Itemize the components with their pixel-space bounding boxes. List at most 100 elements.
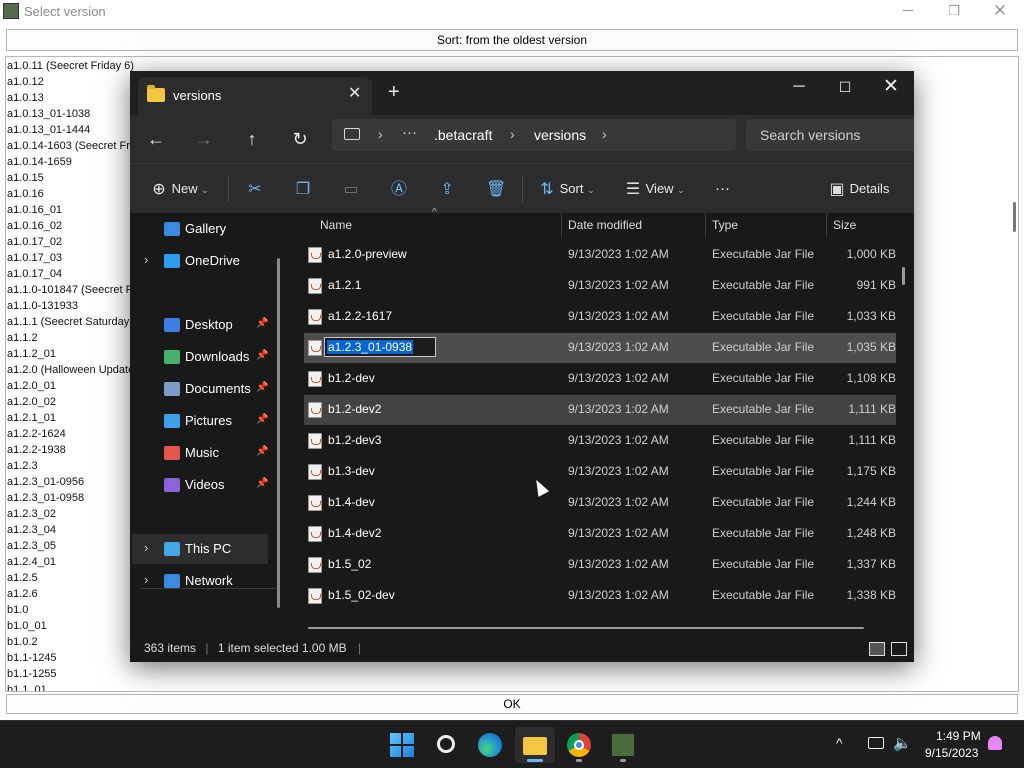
version-list-item[interactable]: a1.0.16	[7, 186, 44, 202]
search-icon[interactable]	[426, 727, 466, 763]
sidebar-item-pictures[interactable]: Pictures 📌	[132, 406, 268, 436]
version-list-item[interactable]: a1.0.13	[7, 90, 44, 106]
version-list-item[interactable]: a1.2.5	[7, 570, 38, 586]
file-row[interactable]: b1.5_02 9/13/2023 1:02 AM Executable Jar F…	[304, 550, 896, 580]
version-list-item[interactable]: a1.1.2	[7, 330, 38, 346]
view-button[interactable]: ☰ View ⌄	[624, 176, 685, 202]
clock-time[interactable]: 1:49 PM	[936, 729, 981, 743]
sidebar-item-documents[interactable]: Documents 📌	[132, 374, 268, 404]
version-list-item[interactable]: a1.2.3_01-0956	[7, 474, 84, 490]
large-icons-view-icon[interactable]	[891, 642, 907, 656]
vertical-scrollbar[interactable]	[902, 267, 905, 285]
version-list-item[interactable]: a1.0.15	[7, 170, 44, 186]
details-view-icon[interactable]	[869, 642, 885, 656]
chevron-right-icon[interactable]: ›	[144, 252, 148, 267]
file-row[interactable]: a1.2.3_01-0938 9/13/2023 1:02 AM Executabl…	[304, 333, 896, 363]
rename-input-text[interactable]: a1.2.3_01-0938	[327, 340, 414, 354]
version-list-item[interactable]: a1.2.2-1624	[7, 426, 66, 442]
file-row[interactable]: a1.2.0-preview 9/13/2023 1:02 AM Executabl…	[304, 240, 896, 270]
tab-close-icon[interactable]: ✕	[348, 83, 361, 103]
dialog-close-button[interactable]: ✕	[977, 0, 1023, 24]
version-list-item[interactable]: a1.2.3_04	[7, 522, 56, 538]
version-list-item[interactable]: a1.0.13_01-1444	[7, 122, 90, 138]
chevron-right-icon[interactable]: ›	[378, 126, 383, 142]
copy-icon[interactable]: ❐	[294, 176, 312, 202]
sidebar-item-desktop[interactable]: Desktop 📌	[132, 310, 268, 340]
version-list-item[interactable]: b1.1-1255	[7, 666, 57, 682]
volume-muted-icon[interactable]: 🔈	[893, 734, 912, 752]
maximize-button[interactable]: ☐	[822, 73, 868, 105]
horizontal-scrollbar[interactable]	[308, 627, 864, 629]
network-icon[interactable]	[868, 737, 884, 749]
version-list-item[interactable]: a1.0.16_02	[7, 218, 62, 234]
chevron-right-icon[interactable]: ›	[144, 540, 148, 555]
version-list-item[interactable]: a1.2.3_02	[7, 506, 56, 522]
version-list-item[interactable]: a1.2.6	[7, 586, 38, 602]
minimize-button[interactable]: ─	[776, 73, 822, 105]
file-row[interactable]: a1.2.1 9/13/2023 1:02 AM Executable Jar Fi…	[304, 271, 896, 301]
file-row[interactable]: b1.2-dev3 9/13/2023 1:02 AM Executable Jar…	[304, 426, 896, 456]
minecraft-launcher-icon[interactable]	[603, 727, 643, 763]
version-list-item[interactable]: a1.2.0_02	[7, 394, 56, 410]
forward-arrow-icon[interactable]: →	[188, 123, 220, 155]
version-list-item[interactable]: a1.0.12	[7, 74, 44, 90]
notification-bell-icon[interactable]	[988, 736, 1002, 750]
version-list-item[interactable]: a1.0.17_04	[7, 266, 62, 282]
chevron-right-icon[interactable]: ›	[510, 126, 515, 142]
partially-visible-row[interactable]	[304, 611, 896, 621]
sort-order-button[interactable]: Sort: from the oldest version	[6, 29, 1018, 51]
clock-date[interactable]: 9/15/2023	[925, 746, 978, 760]
monitor-icon[interactable]	[344, 128, 360, 140]
up-arrow-icon[interactable]: ↑	[236, 123, 268, 155]
search-input[interactable]: Search versions	[746, 119, 914, 151]
version-list-item[interactable]: a1.0.17_02	[7, 234, 62, 250]
column-name[interactable]: Name	[320, 218, 352, 232]
file-row[interactable]: b1.3-dev 9/13/2023 1:02 AM Executable Jar …	[304, 457, 896, 487]
sidebar-item-onedrive[interactable]: › OneDrive	[132, 246, 268, 276]
version-list-item[interactable]: b1.1-1245	[7, 650, 57, 666]
share-icon[interactable]: ⇪	[438, 176, 456, 202]
delete-icon[interactable]: 🗑	[486, 176, 506, 202]
breadcrumb-betacraft[interactable]: .betacraft	[434, 127, 492, 143]
version-list-item[interactable]: b1.0	[7, 602, 28, 618]
refresh-icon[interactable]: ↻	[284, 123, 316, 155]
version-list-item[interactable]: b1.0.2	[7, 634, 38, 650]
file-row[interactable]: b1.5_02-dev 9/13/2023 1:02 AM Executable J…	[304, 581, 896, 611]
version-list-item[interactable]: a1.2.2-1938	[7, 442, 66, 458]
nav-scrollbar[interactable]	[277, 258, 280, 608]
dialog-maximize-button[interactable]: ❐	[931, 0, 977, 24]
version-list-item[interactable]: a1.2.0_01	[7, 378, 56, 394]
version-list-item[interactable]: a1.0.17_03	[7, 250, 62, 266]
chrome-icon[interactable]	[559, 727, 599, 763]
sidebar-item-downloads[interactable]: Downloads 📌	[132, 342, 268, 372]
sidebar-item-videos[interactable]: Videos 📌	[132, 470, 268, 500]
back-arrow-icon[interactable]: ←	[140, 123, 172, 155]
start-icon[interactable]	[382, 727, 422, 763]
sidebar-item-network[interactable]: › Network	[132, 566, 268, 596]
breadcrumb-overflow[interactable]: ···	[402, 124, 417, 141]
sidebar-item-this-pc[interactable]: › This PC	[132, 534, 268, 564]
sort-button[interactable]: ⇅ Sort ⌄	[538, 176, 594, 202]
version-list-item[interactable]: a1.1.1 (Seecret Saturday 1)	[7, 314, 142, 330]
version-list-item[interactable]: a1.2.4_01	[7, 554, 56, 570]
file-explorer-icon[interactable]	[515, 727, 555, 763]
rename-icon[interactable]: Ⓐ	[390, 176, 408, 202]
version-list-item[interactable]: a1.0.13_01-1038	[7, 106, 90, 122]
version-list-item[interactable]: a1.0.16_01	[7, 202, 62, 218]
address-bar[interactable]: › ··· .betacraft › versions ›	[332, 119, 736, 151]
column-date-modified[interactable]: Date modified	[568, 218, 642, 232]
details-pane-button[interactable]: ▣ Details	[828, 176, 889, 202]
dialog-minimize-button[interactable]: ─	[885, 0, 931, 24]
version-list-scrollbar[interactable]	[1013, 202, 1016, 232]
column-type[interactable]: Type	[712, 218, 738, 232]
version-list-item[interactable]: b1.0_01	[7, 618, 47, 634]
ok-button[interactable]: OK	[6, 694, 1018, 714]
breadcrumb-versions[interactable]: versions	[534, 127, 586, 143]
version-list-item[interactable]: b1.1_01	[7, 682, 47, 691]
sidebar-item-music[interactable]: Music 📌	[132, 438, 268, 468]
file-row[interactable]: a1.2.2-1617 9/13/2023 1:02 AM Executable J…	[304, 302, 896, 332]
new-tab-button[interactable]: +	[388, 81, 400, 104]
chevron-right-icon[interactable]: ›	[144, 572, 148, 587]
file-row[interactable]: b1.2-dev 9/13/2023 1:02 AM Executable Jar …	[304, 364, 896, 394]
tab-versions[interactable]: versions ✕	[138, 77, 372, 115]
